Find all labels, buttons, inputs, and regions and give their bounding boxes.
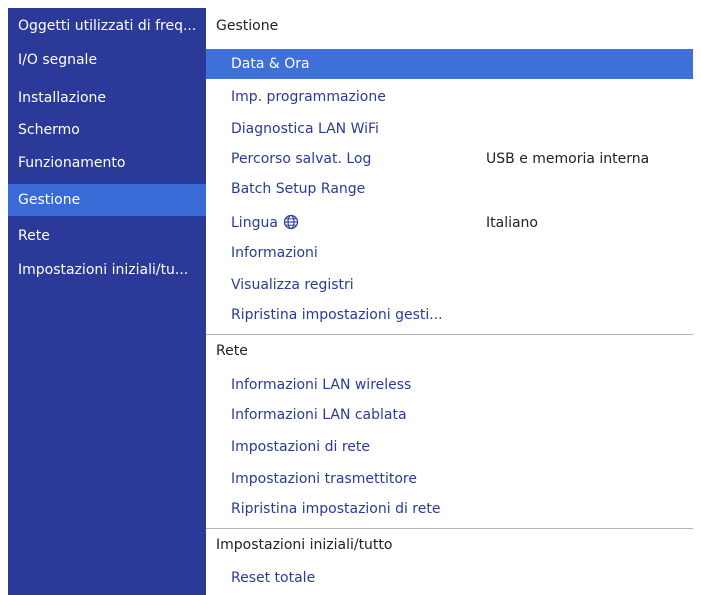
menu-item-impostazioni-di-rete[interactable]: Impostazioni di rete (206, 432, 693, 462)
settings-pane: Gestione Data & Ora Imp. programmazione … (206, 8, 693, 595)
menu-item-value: USB e memoria interna (486, 151, 650, 167)
menu-window: Oggetti utilizzati di freq... I/O segnal… (8, 8, 693, 595)
menu-item-label: Batch Setup Range (231, 181, 366, 197)
menu-item-label: Visualizza registri (231, 277, 354, 293)
menu-item-label: Ripristina impostazioni di rete (231, 501, 441, 517)
menu-item-batch-setup-range[interactable]: Batch Setup Range (206, 174, 693, 204)
section-header-gestione: Gestione (216, 18, 279, 34)
menu-item-label: Impostazioni trasmettitore (231, 471, 417, 487)
menu-item-label: Lingua (231, 215, 278, 231)
sidebar-item-funzionamento[interactable]: Funzionamento (8, 147, 206, 179)
menu-item-label: Impostazioni di rete (231, 439, 370, 455)
menu-item-percorso-salvat-log[interactable]: Percorso salvat. Log USB e memoria inter… (206, 144, 693, 174)
section-header-impostazioni-iniziali: Impostazioni iniziali/tutto (206, 528, 693, 561)
menu-item-visualizza-registri[interactable]: Visualizza registri (206, 270, 693, 300)
sidebar-item-impostazioni-iniziali[interactable]: Impostazioni iniziali/tu... (8, 254, 206, 286)
sidebar: Oggetti utilizzati di freq... I/O segnal… (8, 8, 206, 595)
section-header-rete: Rete (206, 334, 693, 367)
menu-item-informazioni-lan-wireless[interactable]: Informazioni LAN wireless (206, 370, 693, 400)
menu-item-informazioni-lan-cablata[interactable]: Informazioni LAN cablata (206, 400, 693, 430)
menu-item-label: Percorso salvat. Log (231, 151, 372, 167)
menu-item-lingua[interactable]: Lingua Italiano (206, 208, 693, 238)
menu-item-ripristina-impostazioni-gestione[interactable]: Ripristina impostazioni gesti... (206, 300, 693, 330)
menu-item-label: Informazioni LAN wireless (231, 377, 412, 393)
menu-item-impostazioni-trasmettitore[interactable]: Impostazioni trasmettitore (206, 464, 693, 494)
menu-item-reset-totale[interactable]: Reset totale (206, 563, 693, 593)
menu-item-label: Ripristina impostazioni gesti... (231, 307, 443, 323)
sidebar-item-gestione[interactable]: Gestione (8, 184, 206, 216)
menu-item-data-ora[interactable]: Data & Ora (206, 49, 693, 79)
sidebar-item-installazione[interactable]: Installazione (8, 82, 206, 114)
menu-item-label: Data & Ora (231, 56, 310, 72)
menu-item-ripristina-impostazioni-di-rete[interactable]: Ripristina impostazioni di rete (206, 494, 693, 524)
menu-item-label: Diagnostica LAN WiFi (231, 121, 379, 137)
menu-item-label: Reset totale (231, 570, 316, 586)
menu-item-label: Informazioni LAN cablata (231, 407, 407, 423)
sidebar-item-oggetti-utilizzati[interactable]: Oggetti utilizzati di freq... (8, 10, 206, 42)
menu-item-label: Imp. programmazione (231, 89, 386, 105)
menu-item-label-group: Lingua (231, 208, 299, 238)
sidebar-item-schermo[interactable]: Schermo (8, 114, 206, 146)
menu-item-value: Italiano (486, 215, 538, 231)
menu-item-diagnostica-lan-wifi[interactable]: Diagnostica LAN WiFi (206, 114, 693, 144)
sidebar-item-io-segnale[interactable]: I/O segnale (8, 44, 206, 76)
sidebar-item-rete[interactable]: Rete (8, 220, 206, 252)
globe-icon (283, 214, 299, 230)
menu-item-informazioni[interactable]: Informazioni (206, 238, 693, 268)
menu-item-imp-programmazione[interactable]: Imp. programmazione (206, 82, 693, 112)
menu-item-label: Informazioni (231, 245, 318, 261)
